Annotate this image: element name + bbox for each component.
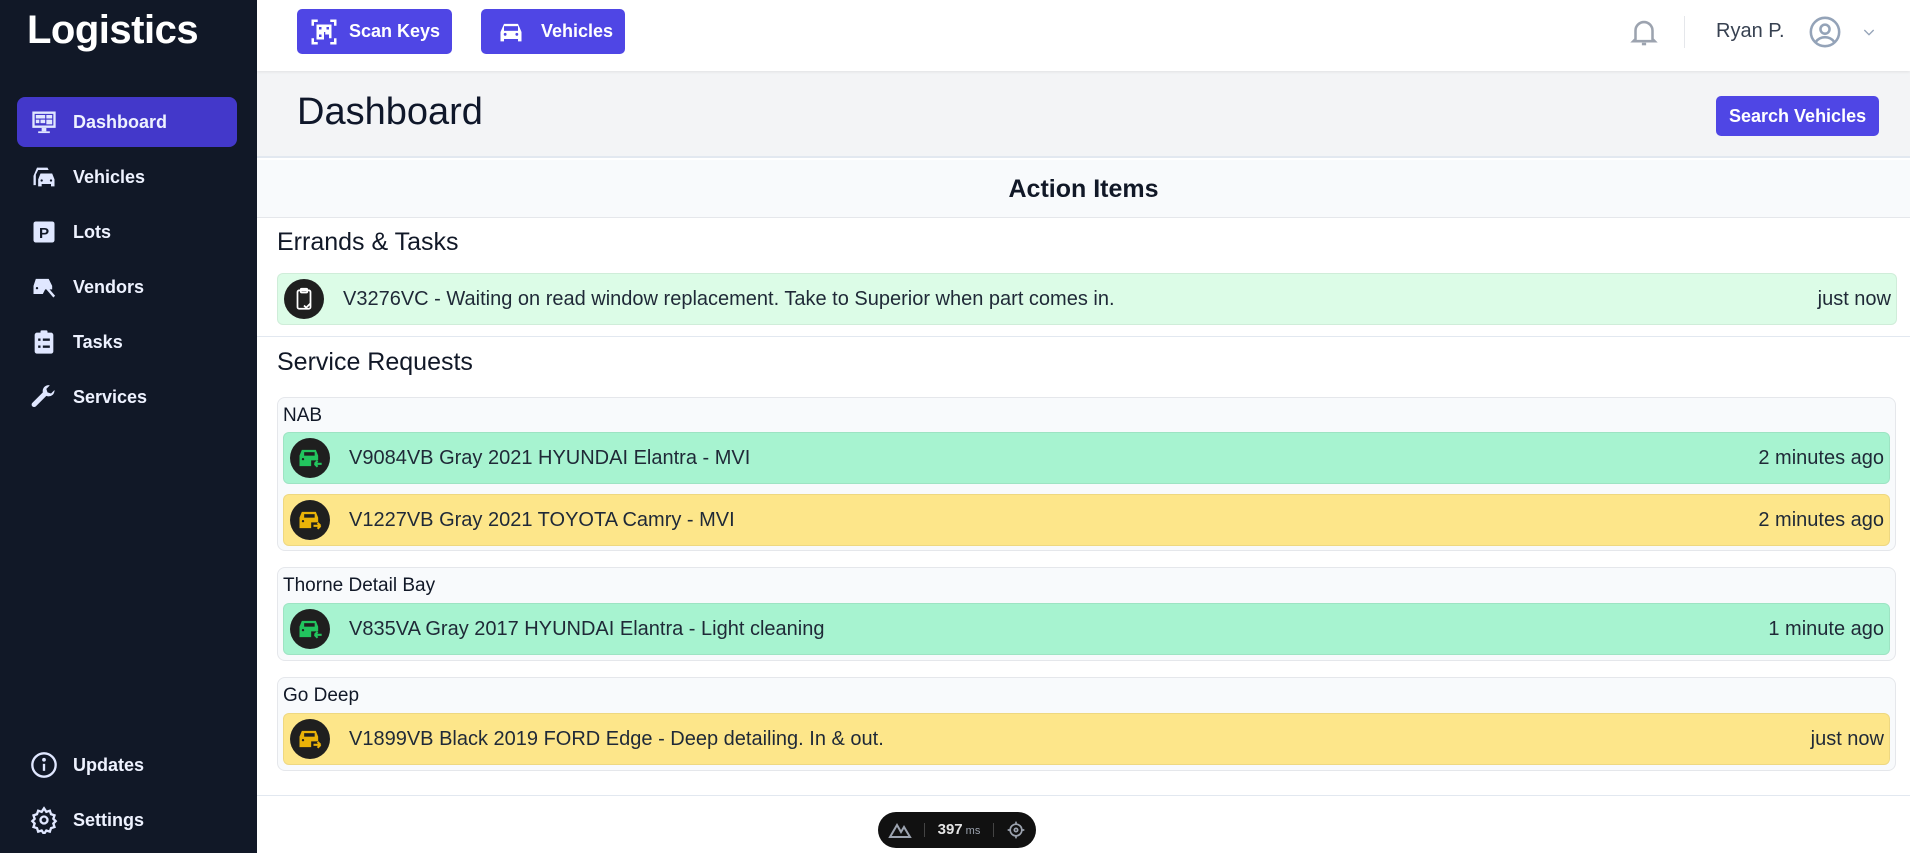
- vendor-group-go-deep: Go Deep V1899VB Black 2019 FORD Edge - D…: [277, 677, 1896, 771]
- avatar-icon[interactable]: [1808, 15, 1842, 49]
- request-text: V1227VB Gray 2021 TOYOTA Camry - MVI: [349, 508, 735, 531]
- request-text: V835VA Gray 2017 HYUNDAI Elantra - Light…: [349, 617, 825, 640]
- errands-tasks-heading: Errands & Tasks: [277, 228, 459, 256]
- vendor-name: Go Deep: [283, 685, 360, 706]
- header-divider: [1684, 16, 1685, 48]
- car-icon: [500, 23, 522, 41]
- vendor-group-thorne-detail-bay: Thorne Detail Bay V835VA Gray 2017 HYUND…: [277, 567, 1896, 661]
- errand-row[interactable]: V3276VC - Waiting on read window replace…: [277, 273, 1897, 325]
- vehicles-label: Vehicles: [541, 21, 614, 41]
- top-bar: Scan Keys Vehicles Ryan P.: [257, 0, 1910, 71]
- request-time: 1 minute ago: [1768, 617, 1884, 640]
- vendor-name: NAB: [283, 405, 323, 426]
- brand-logo[interactable]: Logistics: [27, 8, 199, 53]
- parking-icon: P: [29, 217, 59, 247]
- action-items-title: Action Items: [1008, 175, 1159, 203]
- sidebar-item-updates[interactable]: Updates: [17, 740, 237, 790]
- request-time: 2 minutes ago: [1758, 508, 1884, 531]
- vehicles-button[interactable]: Vehicles: [481, 9, 626, 54]
- clipboard-check-icon: [284, 279, 324, 319]
- scan-keys-button[interactable]: Scan Keys: [297, 9, 453, 54]
- sidebar-item-label: Vehicles: [73, 166, 146, 187]
- sidebar-bottom-nav: Updates Settings: [17, 740, 237, 850]
- bottom-divider: [257, 795, 1910, 796]
- page-title: Dashboard: [297, 91, 483, 133]
- monitor-dashboard-icon: [29, 107, 59, 137]
- car-incoming-icon: [290, 438, 330, 478]
- crosshair-icon[interactable]: [1006, 820, 1026, 840]
- request-text: V1899VB Black 2019 FORD Edge - Deep deta…: [349, 727, 884, 750]
- perf-separator: [924, 823, 926, 837]
- scan-keys-label: Scan Keys: [349, 21, 441, 41]
- vendor-group-nab: NAB V9084VB Gray 2021 HYUNDAI Elantra - …: [277, 397, 1896, 551]
- sidebar-item-dashboard[interactable]: Dashboard: [17, 97, 237, 147]
- search-vehicles-button[interactable]: Search Vehicles: [1716, 96, 1880, 136]
- section-divider: [257, 336, 1910, 337]
- request-time: 2 minutes ago: [1758, 446, 1884, 469]
- service-request-row[interactable]: V1899VB Black 2019 FORD Edge - Deep deta…: [283, 713, 1890, 765]
- sidebar-item-label: Tasks: [73, 331, 123, 352]
- sidebar-item-label: Updates: [73, 754, 145, 775]
- car-wrench-icon: [29, 272, 59, 302]
- page-header: Dashboard Search Vehicles: [257, 71, 1910, 158]
- vendor-name: Thorne Detail Bay: [283, 575, 436, 596]
- sidebar-item-vendors[interactable]: Vendors: [17, 262, 237, 312]
- sidebar: Logistics Dashboard Vehicles P Lots Vend…: [0, 0, 257, 853]
- gear-icon: [29, 805, 59, 835]
- svg-text:P: P: [39, 225, 49, 242]
- car-outgoing-icon: [290, 500, 330, 540]
- sidebar-item-label: Vendors: [73, 276, 145, 297]
- errand-time: just now: [1817, 287, 1891, 310]
- service-requests-heading: Service Requests: [277, 348, 473, 376]
- user-name[interactable]: Ryan P.: [1716, 20, 1785, 43]
- request-time: just now: [1810, 727, 1884, 750]
- sidebar-item-label: Dashboard: [73, 111, 168, 132]
- nuxt-logo-icon: [888, 823, 912, 838]
- wrench-icon: [29, 382, 59, 412]
- service-request-row[interactable]: V1227VB Gray 2021 TOYOTA Camry - MVI 2 m…: [283, 494, 1890, 546]
- service-request-row[interactable]: V9084VB Gray 2021 HYUNDAI Elantra - MVI …: [283, 432, 1890, 484]
- sidebar-item-settings[interactable]: Settings: [17, 795, 237, 845]
- sidebar-item-lots[interactable]: P Lots: [17, 207, 237, 257]
- sidebar-item-tasks[interactable]: Tasks: [17, 317, 237, 367]
- car-incoming-icon: [290, 609, 330, 649]
- qr-scan-icon: [311, 19, 337, 44]
- dev-perf-indicator[interactable]: 397 ms: [878, 812, 1036, 848]
- perf-timing: 397 ms: [937, 821, 981, 838]
- bell-icon[interactable]: [1627, 15, 1661, 49]
- sidebar-item-label: Settings: [73, 809, 145, 830]
- sidebar-nav: Dashboard Vehicles P Lots Vendors Tasks: [17, 97, 237, 427]
- info-circle-icon: [29, 750, 59, 780]
- clipboard-list-icon: [29, 327, 59, 357]
- car-outgoing-icon: [290, 719, 330, 759]
- errand-text: V3276VC - Waiting on read window replace…: [343, 287, 1115, 310]
- action-items-header: Action Items: [257, 160, 1910, 218]
- sidebar-item-vehicles[interactable]: Vehicles: [17, 152, 237, 202]
- sidebar-item-label: Services: [73, 386, 148, 407]
- perf-separator: [992, 823, 994, 837]
- sidebar-item-services[interactable]: Services: [17, 372, 237, 422]
- sidebar-item-label: Lots: [73, 221, 111, 242]
- service-request-row[interactable]: V835VA Gray 2017 HYUNDAI Elantra - Light…: [283, 603, 1890, 655]
- request-text: V9084VB Gray 2021 HYUNDAI Elantra - MVI: [349, 446, 751, 469]
- chevron-down-icon[interactable]: [1861, 24, 1877, 40]
- cars-icon: [29, 162, 59, 192]
